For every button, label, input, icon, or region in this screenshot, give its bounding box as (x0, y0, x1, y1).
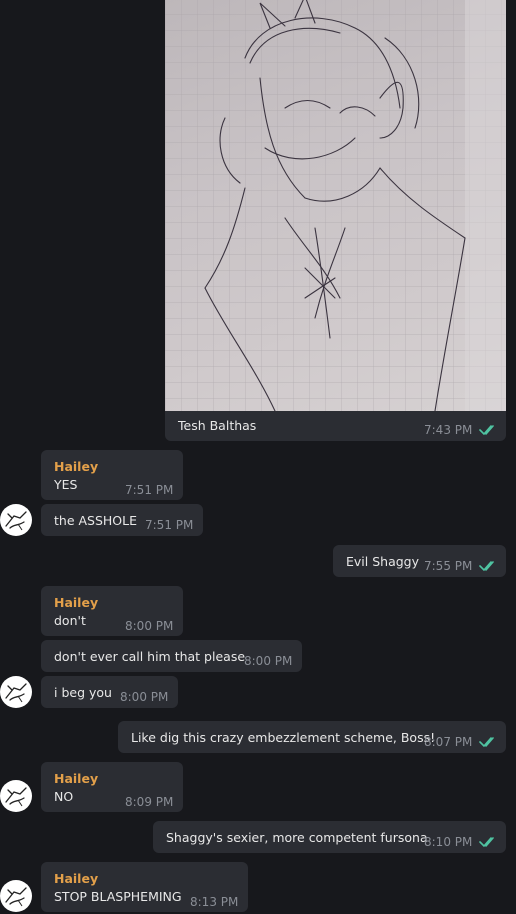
message-text: STOP BLASPHEMING (54, 889, 182, 904)
chat-history[interactable]: Tesh Balthas 7:43 PM Hailey YES 7:51 PM … (0, 0, 516, 914)
message-time: 7:51 PM (125, 483, 174, 497)
message-time: 8:00 PM (125, 619, 174, 633)
message-time: 7:55 PM (424, 559, 473, 573)
avatar[interactable] (0, 880, 32, 912)
message-time: 8:00 PM (120, 690, 169, 704)
incoming-message[interactable]: Hailey YES 7:51 PM (41, 450, 183, 500)
message-time: 8:07 PM (424, 735, 473, 749)
sender-name: Hailey (54, 771, 99, 786)
double-check-icon (479, 737, 494, 747)
avatar[interactable] (0, 676, 32, 708)
message-text: don't (54, 613, 86, 628)
outgoing-message[interactable]: Shaggy's sexier, more competent fursona … (153, 821, 506, 853)
sender-name: Hailey (54, 595, 99, 610)
sketch-photo[interactable] (165, 0, 506, 411)
message-text: Evil Shaggy (346, 554, 419, 569)
message-time: 7:43 PM (424, 423, 473, 437)
photo-caption: Tesh Balthas (178, 418, 257, 433)
double-check-icon (479, 425, 494, 435)
sender-name: Hailey (54, 459, 99, 474)
outgoing-message[interactable]: Like dig this crazy embezzlement scheme,… (118, 721, 506, 753)
sketch-drawing (165, 0, 506, 411)
incoming-message[interactable]: Hailey STOP BLASPHEMING 8:13 PM (41, 862, 248, 912)
sketch-avatar-icon (5, 887, 27, 907)
incoming-message[interactable]: Hailey NO 8:09 PM (41, 762, 183, 812)
message-text: YES (54, 477, 78, 492)
message-text: Shaggy's sexier, more competent fursona (166, 830, 428, 845)
message-time: 8:13 PM (190, 895, 239, 909)
message-text: NO (54, 789, 74, 804)
incoming-message[interactable]: i beg you 8:00 PM (41, 676, 178, 708)
avatar[interactable] (0, 780, 32, 812)
double-check-icon (479, 837, 494, 847)
incoming-message[interactable]: don't ever call him that please 8:00 PM (41, 640, 302, 672)
message-time: 7:51 PM (145, 518, 194, 532)
message-time: 8:00 PM (244, 654, 293, 668)
message-text: Like dig this crazy embezzlement scheme,… (131, 730, 436, 745)
photo-caption-bar[interactable]: Tesh Balthas 7:43 PM (165, 411, 506, 441)
incoming-message[interactable]: the ASSHOLE 7:51 PM (41, 504, 203, 536)
sketch-avatar-icon (5, 511, 27, 531)
message-text: i beg you (54, 685, 112, 700)
incoming-message[interactable]: Hailey don't 8:00 PM (41, 586, 183, 636)
avatar[interactable] (0, 504, 32, 536)
message-text: don't ever call him that please (54, 649, 246, 664)
sketch-avatar-icon (5, 683, 27, 703)
message-text: the ASSHOLE (54, 513, 138, 528)
sender-name: Hailey (54, 871, 99, 886)
double-check-icon (479, 561, 494, 571)
message-time: 8:09 PM (125, 795, 174, 809)
outgoing-message[interactable]: Evil Shaggy 7:55 PM (333, 545, 506, 577)
message-time: 8:10 PM (424, 835, 473, 849)
sketch-avatar-icon (5, 787, 27, 807)
